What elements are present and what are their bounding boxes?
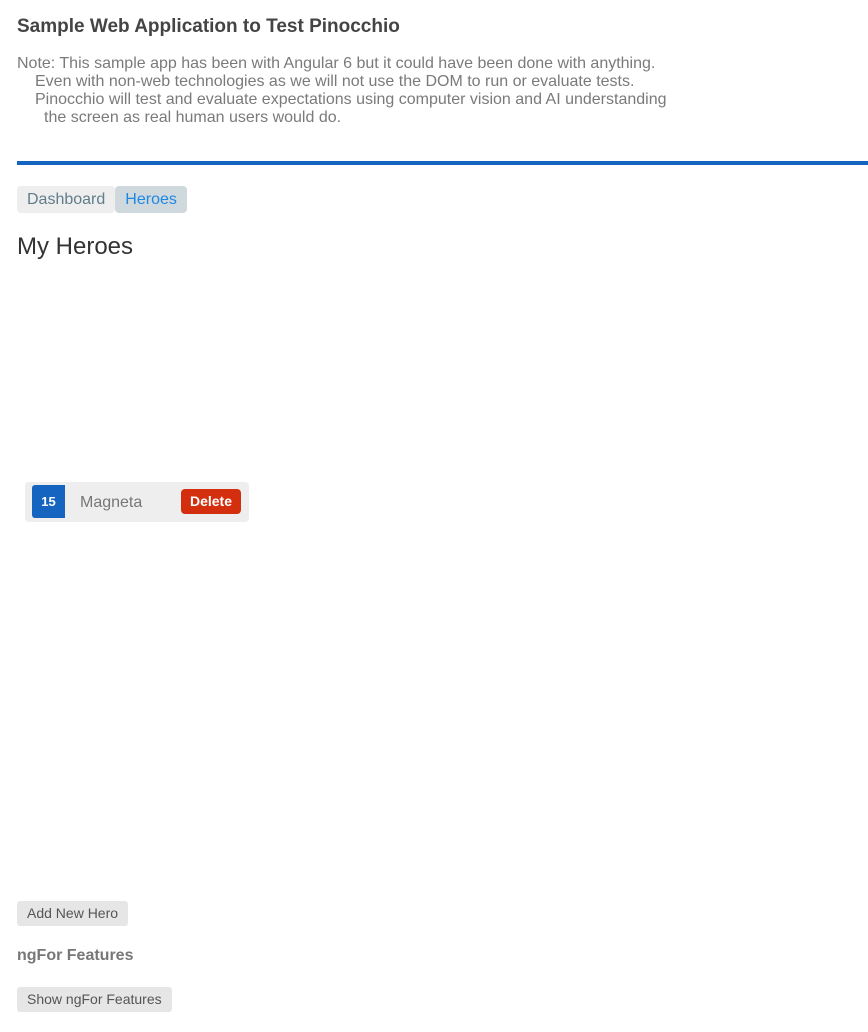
hero-id-badge: 15 <box>32 485 65 518</box>
main-nav: Dashboard Heroes <box>17 186 187 213</box>
add-new-hero-button[interactable]: Add New Hero <box>17 901 129 926</box>
hero-list-item[interactable]: 15 Magneta Delete <box>25 482 249 522</box>
nav-link-dashboard[interactable]: Dashboard <box>17 186 116 213</box>
nav-link-heroes[interactable]: Heroes <box>115 186 187 213</box>
hero-name: Magneta <box>80 494 143 511</box>
note-line: the screen as real human users would do. <box>44 109 342 126</box>
show-ngfor-features-button[interactable]: Show ngFor Features <box>17 987 172 1012</box>
ngfor-features-title: ngFor Features <box>17 947 134 964</box>
note-line: Pinocchio will test and evaluate expecta… <box>35 91 667 108</box>
note-line: Note: This sample app has been with Angu… <box>17 55 656 72</box>
app-title: Sample Web Application to Test Pinocchio <box>17 16 400 37</box>
header-divider <box>17 161 868 165</box>
app-note: Note: This sample app has been with Angu… <box>17 55 667 127</box>
note-line: Even with non-web technologies as we wil… <box>35 73 635 90</box>
delete-hero-button[interactable]: Delete <box>181 489 241 514</box>
heroes-heading: My Heroes <box>17 233 134 260</box>
